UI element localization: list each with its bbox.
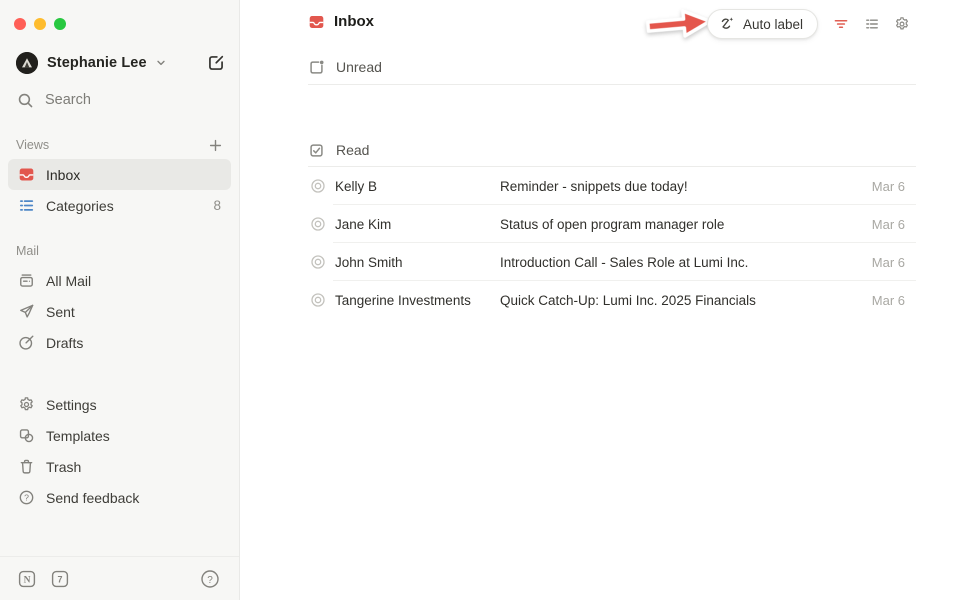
email-row[interactable]: Jane Kim Status of open program manager … bbox=[240, 205, 960, 243]
sidebar-item-categories[interactable]: Categories 8 bbox=[8, 190, 231, 221]
email-subject: Status of open program manager role bbox=[500, 217, 860, 232]
sidebar-item-label: Settings bbox=[46, 397, 97, 413]
inbox-icon bbox=[308, 13, 325, 30]
svg-text:7: 7 bbox=[57, 574, 62, 584]
main-content: Inbox Auto label bbox=[240, 0, 960, 600]
sidebar-footer: N 7 ? bbox=[0, 556, 239, 600]
categories-icon bbox=[18, 197, 35, 214]
list-view-icon[interactable] bbox=[864, 16, 880, 32]
email-sender: Kelly B bbox=[335, 179, 500, 194]
email-date: Mar 6 bbox=[872, 255, 905, 270]
chevron-down-icon bbox=[154, 56, 168, 70]
search-button[interactable]: Search bbox=[17, 87, 91, 113]
add-view-button[interactable] bbox=[208, 138, 223, 153]
page-title: Inbox bbox=[334, 13, 374, 30]
email-row[interactable]: John Smith Introduction Call - Sales Rol… bbox=[240, 243, 960, 281]
gear-icon bbox=[18, 396, 35, 413]
sidebar-item-label: Trash bbox=[46, 459, 81, 475]
compose-button[interactable] bbox=[207, 54, 225, 72]
help-icon[interactable]: ? bbox=[200, 569, 220, 589]
sidebar-item-all-mail[interactable]: All Mail bbox=[8, 265, 231, 296]
sidebar-item-label: Drafts bbox=[46, 335, 83, 351]
sidebar-item-trash[interactable]: Trash bbox=[8, 451, 231, 482]
account-name: Stephanie Lee bbox=[47, 55, 147, 71]
read-status-icon[interactable] bbox=[310, 178, 326, 194]
sidebar-item-label: Send feedback bbox=[46, 490, 139, 506]
sidebar: Stephanie Lee Search Views bbox=[0, 0, 240, 600]
sidebar-item-drafts[interactable]: Drafts bbox=[8, 327, 231, 358]
sidebar-item-label: Inbox bbox=[46, 167, 80, 183]
notion-app-icon[interactable]: N bbox=[18, 570, 36, 588]
email-subject: Introduction Call - Sales Role at Lumi I… bbox=[500, 255, 860, 270]
sidebar-item-sent[interactable]: Sent bbox=[8, 296, 231, 327]
minimize-window-button[interactable] bbox=[34, 18, 46, 30]
search-label: Search bbox=[45, 92, 91, 108]
email-date: Mar 6 bbox=[872, 179, 905, 194]
account-switcher[interactable]: Stephanie Lee bbox=[16, 49, 225, 77]
categories-count-badge: 8 bbox=[213, 198, 221, 213]
auto-label-icon bbox=[719, 16, 736, 33]
close-window-button[interactable] bbox=[14, 18, 26, 30]
unread-section-header[interactable]: Unread bbox=[308, 54, 916, 80]
views-section-label: Views bbox=[16, 138, 49, 152]
email-date: Mar 6 bbox=[872, 217, 905, 232]
mail-section-header: Mail bbox=[8, 237, 231, 265]
annotation-arrow-icon bbox=[640, 1, 715, 47]
email-list: Kelly B Reminder - snippets due today! M… bbox=[240, 167, 960, 319]
sidebar-item-label: All Mail bbox=[46, 273, 91, 289]
sidebar-nav: Views Inbox Categories 8 Mai bbox=[8, 131, 231, 513]
inbox-icon bbox=[18, 166, 35, 183]
mail-app-window: Stephanie Lee Search Views bbox=[0, 0, 960, 600]
sidebar-item-label: Sent bbox=[46, 304, 75, 320]
read-status-icon[interactable] bbox=[310, 254, 326, 270]
auto-label-button-label: Auto label bbox=[743, 17, 803, 32]
mail-section-label: Mail bbox=[16, 244, 39, 258]
read-section-header[interactable]: Read bbox=[308, 137, 916, 163]
email-row[interactable]: Tangerine Investments Quick Catch-Up: Lu… bbox=[240, 281, 960, 319]
avatar bbox=[16, 52, 38, 74]
calendar-app-icon[interactable]: 7 bbox=[51, 570, 69, 588]
search-icon bbox=[17, 92, 34, 109]
email-row[interactable]: Kelly B Reminder - snippets due today! M… bbox=[240, 167, 960, 205]
views-section-header: Views bbox=[8, 131, 231, 159]
email-subject: Reminder - snippets due today! bbox=[500, 179, 860, 194]
email-subject: Quick Catch-Up: Lumi Inc. 2025 Financial… bbox=[500, 293, 860, 308]
email-date: Mar 6 bbox=[872, 293, 905, 308]
auto-label-button[interactable]: Auto label bbox=[707, 9, 818, 39]
sidebar-item-settings[interactable]: Settings bbox=[8, 389, 231, 420]
all-mail-icon bbox=[18, 272, 35, 289]
email-sender: John Smith bbox=[335, 255, 500, 270]
zoom-window-button[interactable] bbox=[54, 18, 66, 30]
sidebar-item-send-feedback[interactable]: ? Send feedback bbox=[8, 482, 231, 513]
drafts-icon bbox=[18, 334, 35, 351]
read-checkbox-icon bbox=[308, 142, 325, 159]
email-sender: Jane Kim bbox=[335, 217, 500, 232]
sidebar-item-label: Categories bbox=[46, 198, 114, 214]
filter-icon[interactable] bbox=[833, 16, 849, 32]
sidebar-item-templates[interactable]: Templates bbox=[8, 420, 231, 451]
unread-icon bbox=[308, 59, 325, 76]
main-header: Inbox Auto label bbox=[240, 0, 960, 48]
read-section-label: Read bbox=[336, 142, 369, 158]
gear-icon[interactable] bbox=[894, 16, 910, 32]
page-title-group: Inbox bbox=[308, 13, 374, 30]
window-controls bbox=[14, 18, 66, 30]
trash-icon bbox=[18, 458, 35, 475]
email-sender: Tangerine Investments bbox=[335, 293, 500, 308]
sidebar-item-label: Templates bbox=[46, 428, 110, 444]
read-status-icon[interactable] bbox=[310, 216, 326, 232]
templates-icon bbox=[18, 427, 35, 444]
svg-text:?: ? bbox=[207, 575, 213, 586]
unread-section-label: Unread bbox=[336, 59, 382, 75]
sent-icon bbox=[18, 303, 35, 320]
svg-text:N: N bbox=[24, 575, 31, 585]
svg-text:?: ? bbox=[24, 493, 29, 503]
read-status-icon[interactable] bbox=[310, 292, 326, 308]
sidebar-item-inbox[interactable]: Inbox bbox=[8, 159, 231, 190]
question-circle-icon: ? bbox=[18, 489, 35, 506]
